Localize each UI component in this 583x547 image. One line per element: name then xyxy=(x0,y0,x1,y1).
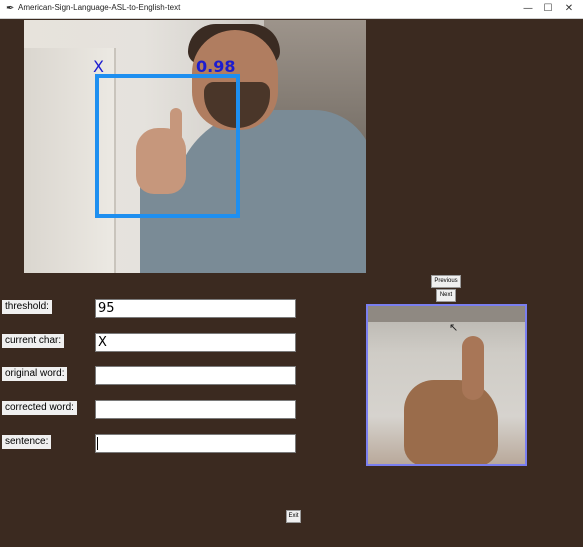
mouse-pointer-icon: ↖ xyxy=(449,321,459,334)
threshold-field[interactable]: 95 xyxy=(95,299,296,318)
corrected-word-label: corrected word: xyxy=(2,401,77,415)
exit-button[interactable]: Exit xyxy=(286,510,301,523)
original-word-label: original word: xyxy=(2,367,68,381)
current-char-label: current char: xyxy=(2,334,65,348)
title-bar: ✒ American-Sign-Language-ASL-to-English-… xyxy=(0,0,583,19)
sentence-label: sentence: xyxy=(2,435,52,449)
window-title: American-Sign-Language-ASL-to-English-te… xyxy=(18,3,181,12)
previous-button[interactable]: Previous xyxy=(431,275,461,288)
webcam-feed: X 0.98 xyxy=(24,20,366,273)
roi-index-finger xyxy=(462,336,484,400)
sentence-field[interactable] xyxy=(95,434,296,453)
original-word-field[interactable] xyxy=(95,366,296,385)
feather-icon: ✒ xyxy=(6,3,15,14)
threshold-label: threshold: xyxy=(2,300,52,314)
detection-char-label: X xyxy=(93,57,104,76)
close-button[interactable]: ✕ xyxy=(556,0,582,18)
roi-background-wall xyxy=(368,306,525,322)
detection-confidence-label: 0.98 xyxy=(196,57,236,76)
roi-fist xyxy=(404,380,498,464)
text-cursor xyxy=(97,437,98,450)
next-button[interactable]: Next xyxy=(436,289,456,302)
hand-roi-preview xyxy=(366,304,527,466)
current-char-field[interactable]: X xyxy=(95,333,296,352)
detection-box xyxy=(95,74,240,218)
corrected-word-field[interactable] xyxy=(95,400,296,419)
